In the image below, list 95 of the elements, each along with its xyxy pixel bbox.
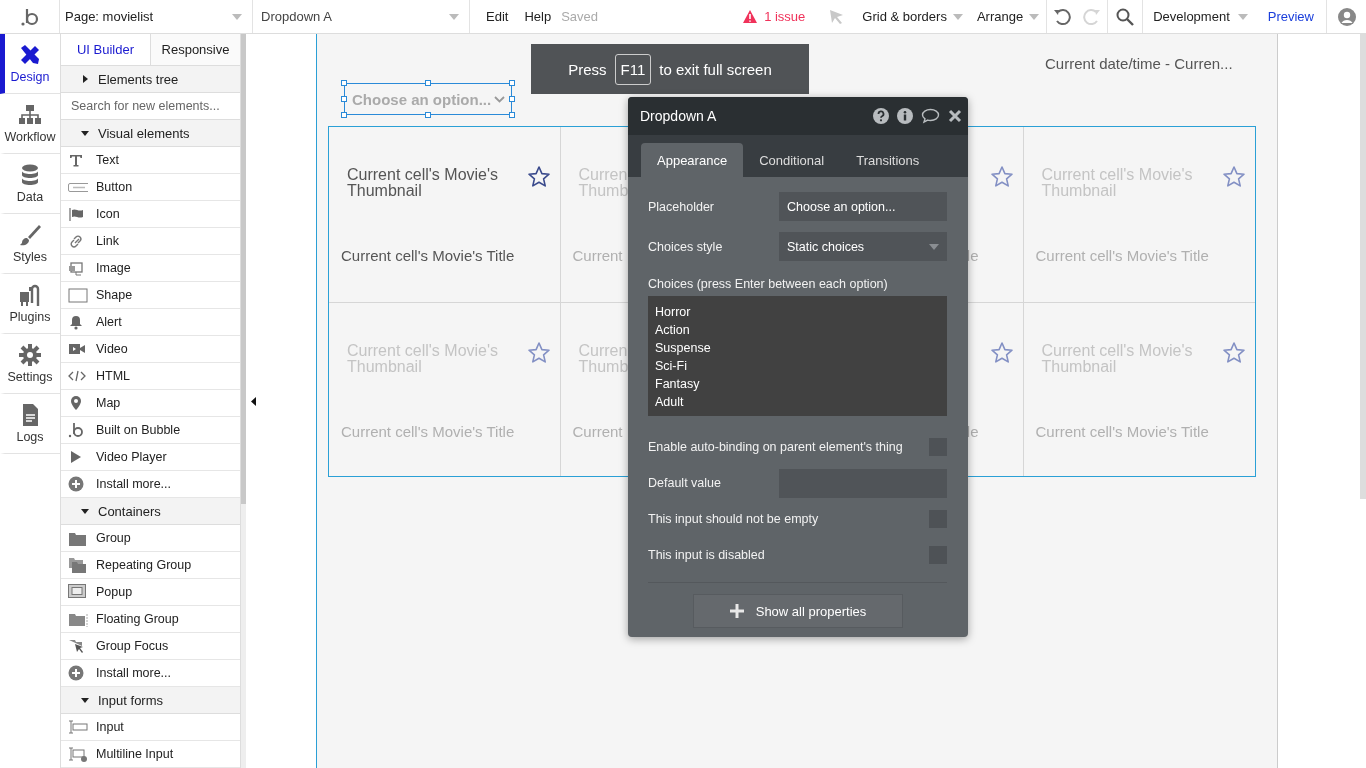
chevron-down-icon [494,95,505,103]
design-icon [18,43,42,67]
panel-tab[interactable]: Conditional [743,143,841,177]
caret-icon [929,243,939,250]
property-label: Choices style [648,239,723,254]
star-icon[interactable] [989,165,1014,189]
help-icon[interactable] [873,108,889,124]
caret-down-icon [81,696,89,704]
speech-bubble-icon[interactable] [921,108,940,124]
code-icon [68,368,88,384]
close-icon[interactable] [948,109,962,123]
panel-tab[interactable]: Appearance [641,143,744,177]
folder-icon [68,530,88,546]
caret-icon [1237,13,1248,20]
popup-icon [68,584,88,600]
date-time-text: Current date/time - Curren... [1045,55,1233,72]
info-icon[interactable] [897,108,913,124]
star-icon[interactable] [526,165,551,189]
star-icon[interactable] [1222,165,1246,189]
resize-handle[interactable] [425,112,431,118]
resize-handle[interactable] [341,96,347,102]
toolbar-menu[interactable]: Arrange [969,0,1047,33]
elements-tree-toggle[interactable]: Elements tree [61,66,240,93]
rectangle-icon [68,287,88,303]
resize-handle[interactable] [509,96,515,102]
star-icon[interactable] [989,341,1014,365]
panel-tab[interactable]: Transitions [840,143,936,177]
issues-button[interactable]: 1 issue [735,0,814,33]
title-text: Current cell's Movie's Title [1035,247,1209,264]
property-label: Enable auto-binding on parent element's thing [648,440,903,454]
caret-down-icon [81,129,89,137]
resize-handle[interactable] [341,112,347,118]
property-field[interactable]: Choose an option... [779,192,947,221]
caret-icon [449,13,459,20]
property-label: Default value [648,476,721,490]
caret-icon [232,13,242,20]
title-text: Current cell's Movie's Title [1035,423,1209,440]
caret-icon [1029,13,1040,20]
panel-tab[interactable]: Responsive [150,34,240,65]
caret-right-icon [81,75,89,83]
section-header[interactable]: Visual elements [61,120,240,147]
plug-icon [18,283,42,307]
warning-icon [743,10,758,23]
input-icon [68,719,88,735]
title-text: le [966,423,979,440]
undo-icon [1053,7,1072,26]
banner-text: to exit full screen [659,60,772,78]
resize-handle[interactable] [341,80,347,86]
avatar-icon[interactable] [1338,7,1356,26]
preview-link[interactable]: Preview [1257,0,1326,33]
collapse-arrow-icon[interactable] [250,396,256,406]
environment-select[interactable]: Development [1143,0,1258,33]
property-label: This input is disabled [648,548,765,562]
title-text: Current cell's Movie's Title [341,247,515,264]
star-icon[interactable] [1222,341,1246,365]
resize-handle[interactable] [425,80,431,86]
gear-icon [18,343,42,367]
resize-handle[interactable] [509,80,515,86]
star-icon[interactable] [526,341,551,365]
toolbar-menu[interactable]: Grid & borders [855,0,970,33]
caret-down-icon [81,507,89,515]
property-label: Placeholder [648,199,714,214]
thumbnail-text: Current cell's Movie's Thumbnail [347,167,499,199]
redo-icon [1083,7,1102,26]
title-text: Current [572,423,623,440]
folder-icon [68,611,88,627]
hierarchy-icon [18,103,42,127]
choices-field[interactable]: Horror Action Suspense Sci-Fi Fantasy Adult [648,296,947,416]
video-camera-icon [68,341,88,357]
search-icon [1116,7,1135,26]
resize-handle[interactable] [509,112,515,118]
multiline-input-icon [68,746,88,762]
brush-icon [18,223,42,247]
property-label: Choices (press Enter between each option) [648,276,889,293]
property-select[interactable]: Static choices [779,232,947,261]
title-text: Current cell's Movie's Title [341,423,515,440]
save-status: Saved [560,9,599,24]
title-text: le [966,247,979,264]
rail-tab[interactable]: Design [0,34,60,94]
menu-item[interactable]: Help [516,9,560,24]
title-text: Current [572,247,623,264]
logo-icon [20,6,39,27]
menu-item[interactable]: Edit [478,9,517,24]
element-select[interactable]: Dropdown A [253,0,470,33]
banner-text: Press [568,60,607,78]
property-label: This input should not be empty [648,512,819,526]
section-header[interactable]: Containers [61,498,240,525]
section-header[interactable]: Input forms [61,687,240,714]
key-cap: F11 [614,53,652,85]
show-all-properties-button[interactable]: Show all properties [692,594,903,628]
folders-icon [68,557,88,573]
caret-icon [952,13,963,20]
panel-title: Dropdown A [640,108,717,124]
page-select[interactable]: Page: movielist [60,0,253,33]
plus-icon [728,603,745,619]
